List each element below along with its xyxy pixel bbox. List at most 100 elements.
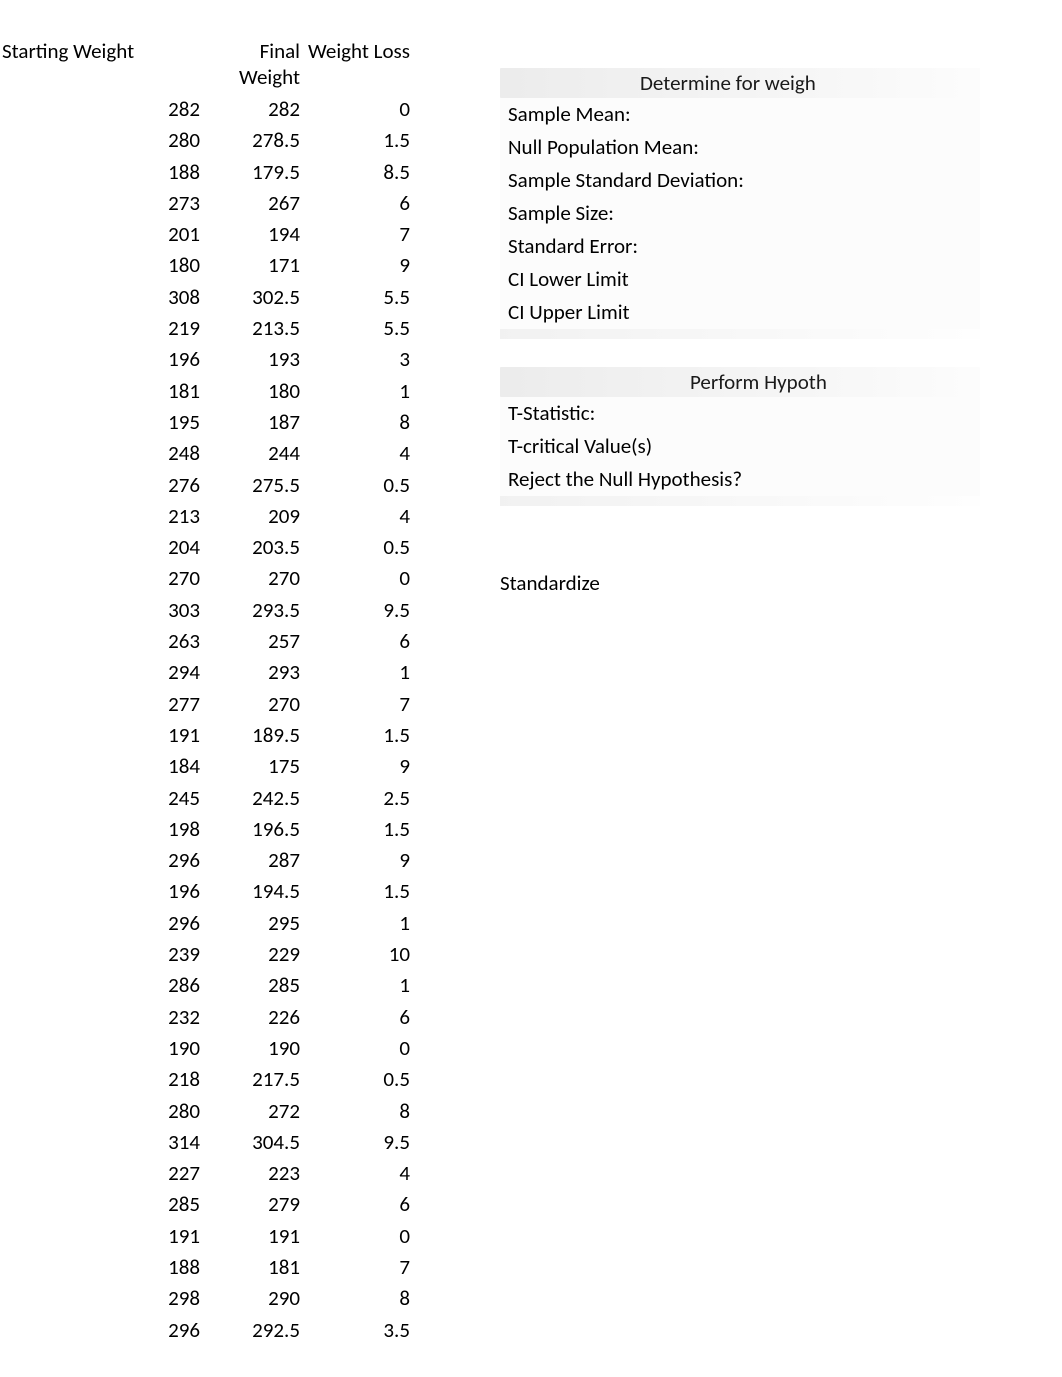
- table-row: 314304.59.5: [0, 1127, 410, 1158]
- cell-final-weight: 209: [200, 501, 300, 532]
- cell-starting-weight: 184: [0, 751, 200, 782]
- table-row: 2852796: [0, 1189, 410, 1220]
- cell-weight-loss: 9.5: [300, 595, 410, 626]
- table-row: 2132094: [0, 501, 410, 532]
- cell-starting-weight: 296: [0, 908, 200, 939]
- table-row: 1961933: [0, 344, 410, 375]
- table-row: 1901900: [0, 1033, 410, 1064]
- cell-weight-loss: 3.5: [300, 1315, 410, 1346]
- cell-starting-weight: 196: [0, 876, 200, 907]
- table-row: 191189.51.5: [0, 720, 410, 751]
- table-row: 1911910: [0, 1221, 410, 1252]
- cell-weight-loss: 1: [300, 908, 410, 939]
- cell-final-weight: 290: [200, 1283, 300, 1314]
- cell-weight-loss: 4: [300, 438, 410, 469]
- table-row: 296292.53.5: [0, 1315, 410, 1346]
- cell-final-weight: 194.5: [200, 876, 300, 907]
- cell-starting-weight: 277: [0, 689, 200, 720]
- cell-final-weight: 244: [200, 438, 300, 469]
- cell-starting-weight: 308: [0, 282, 200, 313]
- cell-weight-loss: 7: [300, 219, 410, 250]
- cell-final-weight: 223: [200, 1158, 300, 1189]
- cell-weight-loss: 0: [300, 94, 410, 125]
- cell-final-weight: 194: [200, 219, 300, 250]
- table-row: 1841759: [0, 751, 410, 782]
- cell-weight-loss: 1: [300, 970, 410, 1001]
- stat-row: Null Population Mean:: [500, 131, 980, 164]
- table-row: 2632576: [0, 626, 410, 657]
- cell-weight-loss: 0.5: [300, 1064, 410, 1095]
- cell-final-weight: 187: [200, 407, 300, 438]
- section-determine-title: Determine for weigh: [500, 68, 980, 98]
- section-hypothesis-title: Perform Hypoth: [500, 367, 980, 397]
- cell-weight-loss: 6: [300, 1189, 410, 1220]
- table-row: 2962951: [0, 908, 410, 939]
- cell-weight-loss: 0.5: [300, 470, 410, 501]
- cell-final-weight: 217.5: [200, 1064, 300, 1095]
- table-row: 2702700: [0, 563, 410, 594]
- cell-weight-loss: 5.5: [300, 282, 410, 313]
- cell-starting-weight: 270: [0, 563, 200, 594]
- cell-weight-loss: 8: [300, 1096, 410, 1127]
- stats-panel: Determine for weigh Sample Mean:Null Pop…: [500, 38, 980, 1346]
- stat-row: Sample Size:: [500, 197, 980, 230]
- cell-weight-loss: 9: [300, 845, 410, 876]
- table-row: 1801719: [0, 250, 410, 281]
- standardize-label: Standardize: [500, 534, 980, 596]
- cell-starting-weight: 232: [0, 1002, 200, 1033]
- cell-final-weight: 287: [200, 845, 300, 876]
- cell-weight-loss: 3: [300, 344, 410, 375]
- cell-final-weight: 282: [200, 94, 300, 125]
- cell-weight-loss: 0: [300, 563, 410, 594]
- cell-weight-loss: 1: [300, 657, 410, 688]
- cell-final-weight: 171: [200, 250, 300, 281]
- table-row: 276275.50.5: [0, 470, 410, 501]
- cell-weight-loss: 1.5: [300, 720, 410, 751]
- table-row: 2011947: [0, 219, 410, 250]
- cell-final-weight: 257: [200, 626, 300, 657]
- cell-weight-loss: 5.5: [300, 313, 410, 344]
- cell-starting-weight: 280: [0, 1096, 200, 1127]
- cell-final-weight: 190: [200, 1033, 300, 1064]
- cell-weight-loss: 2.5: [300, 783, 410, 814]
- cell-final-weight: 175: [200, 751, 300, 782]
- cell-final-weight: 189.5: [200, 720, 300, 751]
- cell-final-weight: 179.5: [200, 157, 300, 188]
- cell-starting-weight: 285: [0, 1189, 200, 1220]
- cell-final-weight: 295: [200, 908, 300, 939]
- table-row: 245242.52.5: [0, 783, 410, 814]
- cell-final-weight: 203.5: [200, 532, 300, 563]
- cell-final-weight: 242.5: [200, 783, 300, 814]
- cell-starting-weight: 196: [0, 344, 200, 375]
- table-row: 2982908: [0, 1283, 410, 1314]
- cell-final-weight: 226: [200, 1002, 300, 1033]
- cell-weight-loss: 6: [300, 1002, 410, 1033]
- table-row: 308302.55.5: [0, 282, 410, 313]
- cell-weight-loss: 1.5: [300, 814, 410, 845]
- cell-starting-weight: 198: [0, 814, 200, 845]
- cell-starting-weight: 314: [0, 1127, 200, 1158]
- cell-weight-loss: 0.5: [300, 532, 410, 563]
- cell-final-weight: 181: [200, 1252, 300, 1283]
- cell-starting-weight: 188: [0, 157, 200, 188]
- cell-starting-weight: 218: [0, 1064, 200, 1095]
- header-weight-loss: Weight Loss: [300, 38, 410, 90]
- table-row: 219213.55.5: [0, 313, 410, 344]
- cell-starting-weight: 181: [0, 376, 200, 407]
- table-row: 23922910: [0, 939, 410, 970]
- cell-starting-weight: 248: [0, 438, 200, 469]
- table-row: 188179.58.5: [0, 157, 410, 188]
- cell-final-weight: 279: [200, 1189, 300, 1220]
- cell-starting-weight: 245: [0, 783, 200, 814]
- cell-starting-weight: 191: [0, 1221, 200, 1252]
- cell-final-weight: 267: [200, 188, 300, 219]
- stat-row: Standard Error:: [500, 230, 980, 263]
- cell-weight-loss: 4: [300, 501, 410, 532]
- cell-final-weight: 293.5: [200, 595, 300, 626]
- cell-starting-weight: 180: [0, 250, 200, 281]
- cell-starting-weight: 191: [0, 720, 200, 751]
- cell-final-weight: 213.5: [200, 313, 300, 344]
- cell-weight-loss: 1.5: [300, 125, 410, 156]
- cell-weight-loss: 8: [300, 1283, 410, 1314]
- cell-starting-weight: 190: [0, 1033, 200, 1064]
